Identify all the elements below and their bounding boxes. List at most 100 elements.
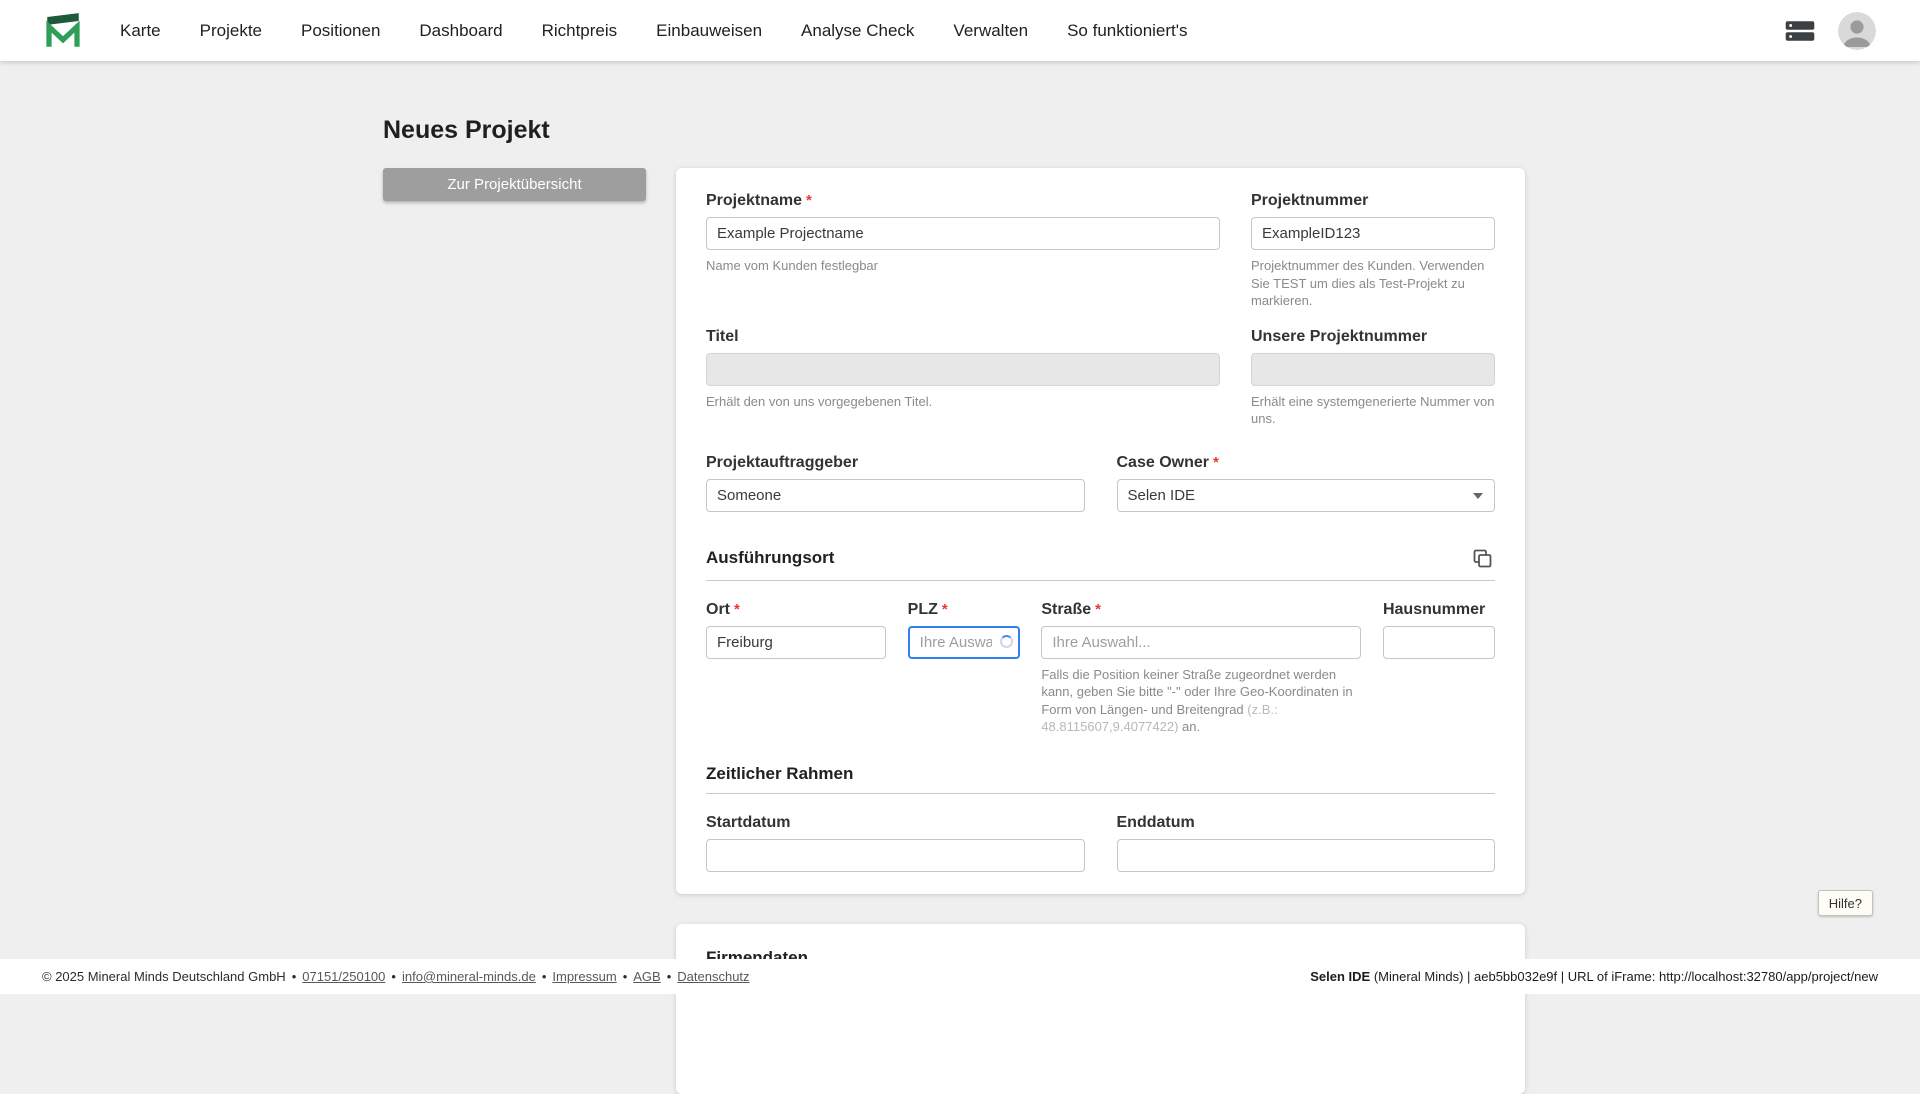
field-case-owner: Case Owner * Selen IDE	[1116, 454, 1496, 512]
startdatum-input[interactable]	[706, 838, 1085, 872]
enddatum-label: Enddatum	[1117, 814, 1496, 832]
case-owner-label-text: Case Owner	[1116, 453, 1209, 471]
row-startdatum-enddatum: Startdatum Enddatum	[706, 814, 1495, 872]
unsere-projektnummer-label-text: Unsere Projektnummer	[1251, 327, 1428, 345]
chevron-down-icon	[1473, 493, 1483, 500]
case-owner-select[interactable]: Selen IDE	[1116, 478, 1495, 512]
nav-item-projekte[interactable]: Projekte	[200, 21, 262, 41]
projektname-label: Projektname *	[706, 192, 1220, 210]
hausnummer-label-text: Hausnummer	[1382, 600, 1486, 618]
enddatum-label-text: Enddatum	[1116, 813, 1195, 831]
new-project-form-card: Projektname * Name vom Kunden festlegbar…	[676, 168, 1525, 894]
form-cards-column: Projektname * Name vom Kunden festlegbar…	[676, 168, 1525, 1094]
strasse-helper-suffix: an.	[1178, 719, 1201, 735]
field-titel: Titel Erhält den von uns vorgegebenen Ti…	[706, 328, 1220, 428]
unsere-projektnummer-label: Unsere Projektnummer	[1251, 328, 1495, 346]
required-asterisk: *	[1212, 453, 1219, 471]
field-projektauftraggeber: Projektauftraggeber	[706, 454, 1085, 512]
nav-item-analyse-check[interactable]: Analyse Check	[801, 21, 914, 41]
footer-copyright: © 2025 Mineral Minds Deutschland GmbH	[42, 969, 286, 984]
footer-link-phone[interactable]: 07151/250100	[302, 969, 385, 984]
plz-input-wrapper	[907, 625, 1020, 659]
ort-label-text: Ort	[706, 600, 730, 618]
nav-item-so-funktionierts[interactable]: So funktioniert's	[1067, 21, 1187, 41]
titel-label: Titel	[706, 328, 1220, 346]
mineral-minds-logo-icon	[46, 12, 80, 47]
case-owner-selected-value: Selen IDE	[1127, 486, 1196, 504]
nav-item-positionen[interactable]: Positionen	[301, 21, 380, 41]
server-icon[interactable]	[1784, 18, 1816, 44]
field-plz: PLZ *	[907, 601, 1020, 736]
footer-link-impressum[interactable]: Impressum	[552, 969, 616, 984]
main-nav: Karte Projekte Positionen Dashboard Rich…	[120, 21, 1188, 41]
titel-helper: Erhält den von uns vorgegebenen Titel.	[706, 393, 933, 409]
titel-label-text: Titel	[706, 327, 739, 345]
loading-spinner-icon	[999, 635, 1013, 649]
nav-right-actions	[1784, 11, 1876, 50]
footer-separator: •	[391, 969, 396, 984]
projektauftraggeber-label: Projektauftraggeber	[706, 454, 1085, 472]
section-ausfuehrungsort: Ausführungsort	[706, 546, 1495, 581]
ort-label: Ort *	[706, 601, 886, 619]
nav-item-dashboard[interactable]: Dashboard	[419, 21, 502, 41]
case-owner-label: Case Owner *	[1117, 454, 1496, 472]
footer-bar: © 2025 Mineral Minds Deutschland GmbH • …	[0, 959, 1920, 994]
projektname-label-text: Projektname	[706, 192, 803, 209]
footer-left: © 2025 Mineral Minds Deutschland GmbH • …	[42, 969, 750, 984]
top-nav-bar: Karte Projekte Positionen Dashboard Rich…	[0, 0, 1920, 61]
strasse-input[interactable]	[1041, 625, 1362, 659]
server-icon-glyph	[1785, 20, 1815, 41]
help-button[interactable]: Hilfe?	[1817, 890, 1873, 916]
titel-input	[706, 352, 1220, 386]
ort-input[interactable]	[706, 625, 886, 659]
field-projektname: Projektname * Name vom Kunden festlegbar	[706, 192, 1220, 310]
startdatum-label: Startdatum	[706, 814, 1085, 832]
back-to-project-overview-button[interactable]: Zur Projektübersicht	[383, 168, 646, 201]
field-hausnummer: Hausnummer	[1382, 600, 1495, 736]
user-avatar[interactable]	[1838, 11, 1876, 50]
projektauftraggeber-input[interactable]	[706, 478, 1085, 512]
footer-link-email[interactable]: info@mineral-minds.de	[402, 969, 536, 984]
strasse-helper: Falls die Position keiner Straße zugeord…	[1041, 666, 1361, 736]
footer-separator: •	[666, 969, 672, 984]
unsere-projektnummer-input	[1251, 352, 1495, 386]
projektname-input[interactable]	[706, 217, 1220, 250]
copy-button[interactable]	[1470, 546, 1495, 571]
required-asterisk: *	[734, 600, 740, 618]
nav-item-einbauweisen[interactable]: Einbauweisen	[656, 21, 762, 41]
footer-separator: •	[291, 969, 297, 984]
plz-label-text: PLZ	[907, 600, 938, 618]
footer-session-details: (Mineral Minds) | aeb5bb032e9f | URL of …	[1370, 969, 1878, 984]
projektnummer-input[interactable]	[1251, 217, 1495, 250]
field-strasse: Straße * Falls die Position keiner Straß…	[1041, 601, 1362, 736]
projektnummer-label-text: Projektnummer	[1251, 192, 1369, 209]
enddatum-input[interactable]	[1116, 838, 1495, 872]
row-titel-unsere-projektnummer: Titel Erhält den von uns vorgegebenen Ti…	[706, 328, 1495, 428]
nav-item-richtpreis[interactable]: Richtpreis	[542, 21, 618, 41]
projektnummer-label: Projektnummer	[1251, 192, 1495, 210]
copy-icon	[1473, 549, 1492, 568]
field-ort: Ort *	[706, 601, 886, 736]
mineral-minds-logo[interactable]	[42, 10, 84, 52]
startdatum-label-text: Startdatum	[706, 813, 791, 831]
strasse-label-text: Straße	[1041, 600, 1092, 618]
footer-link-datenschutz[interactable]: Datenschutz	[677, 969, 749, 984]
required-asterisk: *	[1095, 600, 1101, 618]
zeitlicher-rahmen-section-title: Zeitlicher Rahmen	[706, 763, 854, 783]
projektname-helper: Name vom Kunden festlegbar	[706, 258, 878, 273]
strasse-label: Straße *	[1041, 601, 1361, 619]
nav-item-karte[interactable]: Karte	[120, 21, 161, 41]
field-startdatum: Startdatum	[706, 814, 1085, 872]
field-unsere-projektnummer: Unsere Projektnummer Erhält eine systemg…	[1251, 328, 1495, 428]
ausfuehrungsort-section-title: Ausführungsort	[706, 548, 835, 568]
plz-label: PLZ *	[908, 601, 1020, 619]
hausnummer-input[interactable]	[1382, 625, 1495, 659]
strasse-helper-main: Falls die Position keiner Straße zugeord…	[1041, 666, 1353, 717]
footer-user-name: Selen IDE	[1310, 969, 1371, 984]
required-asterisk: *	[941, 600, 948, 618]
nav-item-verwalten[interactable]: Verwalten	[953, 21, 1028, 41]
unsere-projektnummer-helper: Erhält eine systemgenerierte Nummer von …	[1251, 393, 1495, 427]
row-auftraggeber-caseowner: Projektauftraggeber Case Owner * Selen I…	[706, 454, 1495, 512]
footer-link-agb[interactable]: AGB	[633, 969, 660, 984]
required-asterisk: *	[806, 192, 812, 209]
